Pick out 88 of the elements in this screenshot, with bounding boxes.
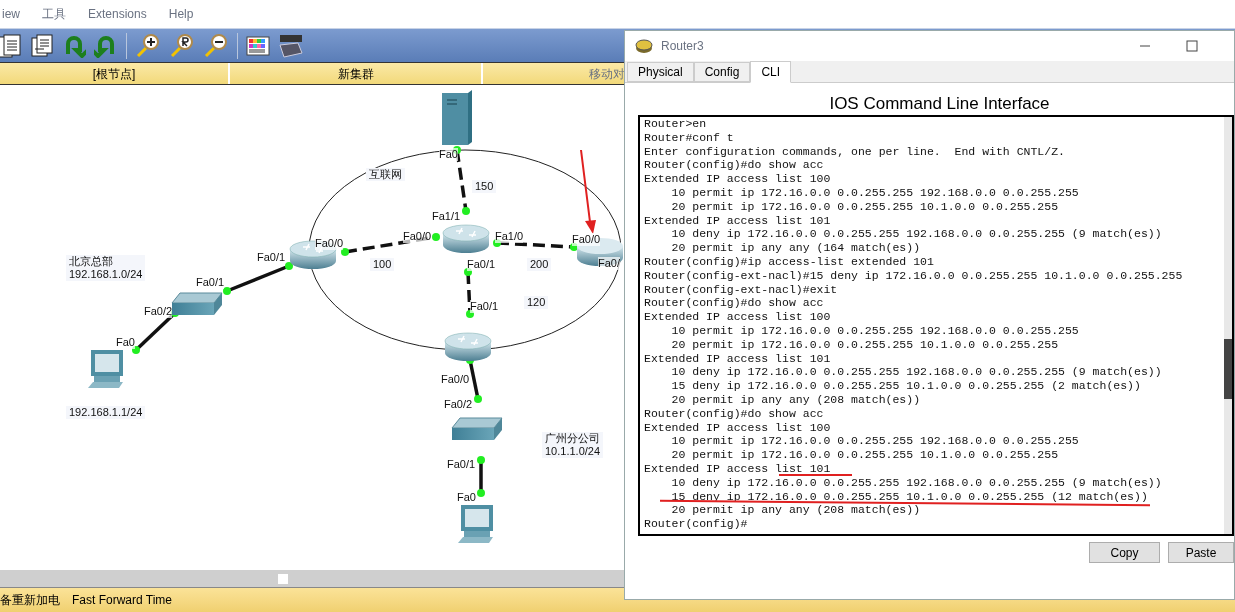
power-cycle-label[interactable]: 备重新加电 [0, 591, 60, 609]
switch-icon[interactable] [171, 292, 223, 315]
port-label: Fa0/0 [315, 237, 344, 250]
cli-line: Router#conf t [644, 130, 734, 145]
copy-button[interactable]: Copy [1089, 542, 1160, 563]
cli-line: Extended IP access list 101 [644, 461, 831, 476]
tab[interactable]: Physical [627, 62, 694, 82]
cli-line: 10 deny ip 172.16.0.0 0.0.255.255 192.168.0.0 0.0.255.255 (9 match(es)) [670, 475, 1162, 490]
move-object-tab[interactable]: 移动对 [483, 63, 625, 84]
switch-icon[interactable] [451, 417, 503, 440]
cli-line: Extended IP access list 100 [644, 310, 831, 324]
port-label: Fa0 [439, 148, 458, 161]
zoom-reset-icon[interactable] [169, 33, 195, 58]
note-label[interactable]: 北京总部 192.168.1.0/24 [66, 255, 146, 281]
cli-line: 20 permit ip 172.16.0.0 0.0.255.255 10.1.0.0 0.0.255.255 [670, 337, 1059, 352]
cli-line: Extended IP access list 101 [644, 351, 831, 366]
tab[interactable]: CLI [750, 61, 792, 83]
copy-icon[interactable] [0, 33, 22, 58]
server-icon[interactable] [442, 90, 472, 145]
cli-line: 20 permit ip 172.16.0.0 0.0.255.255 10.1.0.0 0.0.255.255 [670, 448, 1059, 462]
cli-line: Router(config)#do show acc [644, 296, 824, 311]
port-label: Fa0/2 [444, 398, 473, 411]
computer-icon[interactable] [88, 350, 123, 388]
note-label[interactable]: 广州分公司 10.1.1.0/24 [542, 432, 604, 458]
cli-line: 15 deny ip 172.16.0.0 0.0.255.255 10.1.0.0 0.0.255.255 (2 match(es)) [670, 379, 1141, 393]
cli-line: Router>en [644, 117, 707, 131]
port-label: Fa0/1 [470, 300, 499, 313]
cli-line: 20 permit ip any any (208 match(es)) [670, 503, 921, 518]
cli-line: Router(config-ext-nacl)#exit [644, 282, 838, 297]
zoom-out-icon[interactable] [203, 33, 229, 58]
router-icon [635, 38, 653, 54]
port-label: Fa0/0 [572, 233, 601, 246]
port-label: Fa0/0 [441, 373, 470, 386]
scrollbar[interactable] [1224, 117, 1232, 534]
zoom-in-icon[interactable] [135, 33, 161, 58]
cli-line: Extended IP access list 101 [644, 213, 831, 228]
cli-line: 20 permit ip 172.16.0.0 0.0.255.255 10.1.0.0 0.0.255.255 [670, 199, 1059, 214]
cli-line: Router(config)#ip access-list extended 101 [644, 254, 934, 269]
maximize-icon[interactable] [1186, 40, 1198, 52]
cli-line: Router(config)#do show acc [644, 406, 824, 421]
cli-line: 15 deny ip 172.16.0.0 0.0.255.255 10.1.0.0 0.0.255.255 (12 match(es)) [670, 489, 1148, 504]
window-title: Router3 [661, 38, 704, 55]
port-label: Fa0/2 [144, 305, 173, 318]
note-label[interactable]: 200 [527, 258, 552, 271]
tab[interactable]: Config [693, 62, 751, 82]
network-cable[interactable] [223, 262, 293, 295]
cli-line: 20 permit ip any any (164 match(es)) [670, 241, 921, 255]
note-label[interactable]: 100 [370, 258, 395, 271]
cli-line: 10 permit ip 172.16.0.0 0.0.255.255 192.168.0.0 0.0.255.255 [670, 186, 1079, 200]
port-label: Fa0/1 [447, 458, 476, 471]
port-label: Fa0/1 [196, 276, 225, 289]
cli-line: 10 deny ip 172.16.0.0 0.0.255.255 192.168.0.0 0.0.255.255 (9 match(es)) [670, 227, 1162, 242]
palette-icon[interactable] [246, 35, 270, 56]
note-label[interactable]: 120 [524, 296, 549, 309]
cli-line: 10 permit ip 172.16.0.0 0.0.255.255 192.168.0.0 0.0.255.255 [670, 434, 1079, 449]
fast-forward-label[interactable]: Fast Forward Time [72, 591, 173, 609]
cli-line: Enter configuration commands, one per line. End with CNTL/Z. [644, 144, 1065, 159]
cli-line: Router(config-ext-nacl)#15 deny ip 172.16.0.0 0.0.255.255 10.1.0.0 0.0.255.255 [644, 268, 1183, 283]
port-label: Fa1/1 [432, 210, 461, 223]
menu-item[interactable]: Extensions [88, 5, 147, 23]
network-cable[interactable] [341, 233, 440, 256]
note-label[interactable]: 192.168.1.1/24 [66, 406, 146, 419]
port-label: Fa1/0 [495, 230, 524, 243]
device-icon[interactable] [278, 32, 304, 59]
port-label: Fa0 [116, 336, 135, 349]
port-label: Fa0/ [598, 257, 620, 270]
menu-item[interactable]: iew [2, 5, 20, 23]
menu-item[interactable]: 工具 [42, 5, 66, 23]
cli-heading: IOS Command Line Interface [828, 93, 1051, 115]
cli-line: Extended IP access list 100 [644, 172, 831, 186]
cli-line: Router(config)#do show acc [644, 158, 824, 173]
port-label: Fa0/0 [403, 230, 432, 243]
note-label[interactable]: 互联网 [366, 168, 405, 181]
cli-console[interactable] [638, 115, 1234, 536]
port-label: Fa0 [457, 491, 476, 504]
note-label[interactable]: 150 [472, 180, 497, 193]
cli-line: Router(config)# [644, 517, 748, 531]
paste-button[interactable]: Paste [1168, 542, 1234, 563]
computer-icon[interactable] [458, 505, 493, 543]
menu-item[interactable]: Help [168, 5, 194, 23]
cli-line: 10 deny ip 172.16.0.0 0.0.255.255 192.168.0.0 0.0.255.255 (9 match(es)) [670, 365, 1162, 380]
paste-icon[interactable] [30, 33, 54, 58]
port-label: Fa0/1 [467, 258, 496, 271]
cli-line: 20 permit ip any any (208 match(es)) [670, 392, 921, 407]
network-cable[interactable] [477, 456, 485, 497]
cli-line: Extended IP access list 100 [644, 420, 831, 435]
port-label: Fa0/1 [257, 251, 286, 264]
cli-line: 10 permit ip 172.16.0.0 0.0.255.255 192.168.0.0 0.0.255.255 [670, 323, 1079, 338]
